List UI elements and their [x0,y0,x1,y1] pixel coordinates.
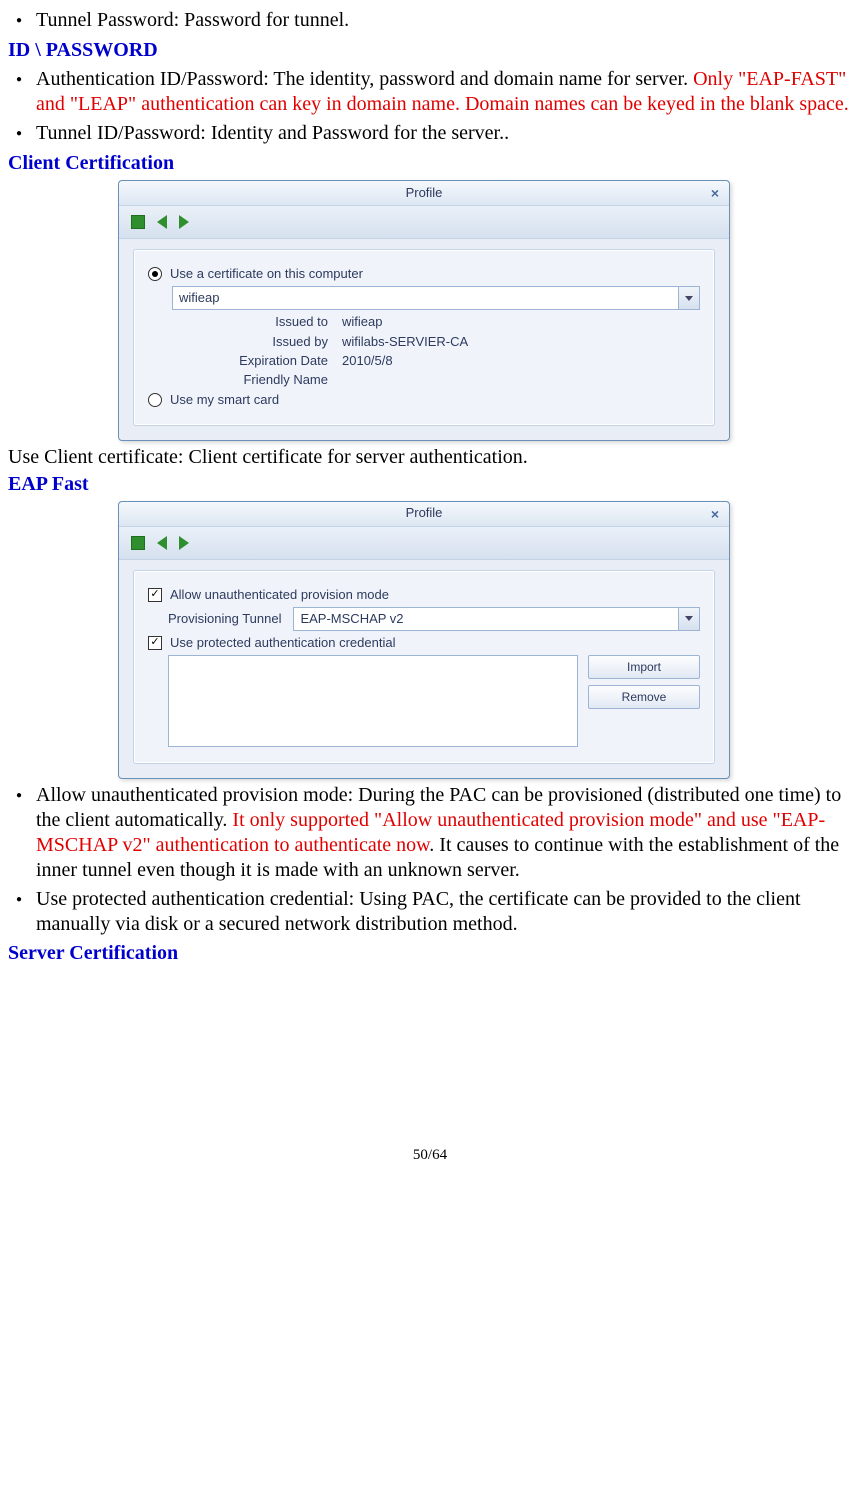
heading-client-cert: Client Certification [8,151,852,176]
list-item-text: Tunnel ID/Password: Identity and Passwor… [36,121,509,147]
button-label: Import [627,660,661,675]
window-toolbar [119,206,729,239]
radio-icon [148,267,162,281]
bullet-icon: ● [16,121,36,147]
label-issued-to: Issued to [198,314,328,330]
paragraph-use-client-cert: Use Client certificate: Client certifica… [8,445,852,470]
list-item-text: Allow unauthenticated provision mode: Du… [36,783,852,883]
list-item-text: Tunnel Password: Password for tunnel. [36,8,349,34]
checkbox-icon [148,588,162,602]
heading-id-password: ID \ PASSWORD [8,38,852,63]
list-item: ● Allow unauthenticated provision mode: … [16,783,852,883]
window-toolbar [119,527,729,560]
heading-server-cert: Server Certification [8,941,852,966]
value-issued-by: wifilabs-SERVIER-CA [342,334,468,350]
chevron-down-icon [678,287,699,309]
provisioning-tunnel-dropdown[interactable]: EAP-MSCHAP v2 [293,607,700,631]
chevron-down-icon [678,608,699,630]
checkbox-allow-unauth[interactable]: Allow unauthenticated provision mode [148,587,700,603]
checkbox-icon [148,636,162,650]
credential-listbox[interactable] [168,655,578,747]
bullet-icon: ● [16,67,36,117]
list-item-text: Authentication ID/Password: The identity… [36,67,852,117]
value-expiration: 2010/5/8 [342,353,393,369]
list-item: ● Use protected authentication credentia… [16,887,852,937]
checkbox-use-protected-cred[interactable]: Use protected authentication credential [148,635,700,651]
stop-icon[interactable] [131,215,145,229]
forward-arrow-icon[interactable] [179,536,189,550]
close-icon[interactable]: × [711,506,719,524]
window-title: Profile [406,505,443,521]
radio-label: Use a certificate on this computer [170,266,363,282]
back-arrow-icon[interactable] [157,536,167,550]
bullet-icon: ● [16,783,36,883]
dropdown-value: wifieap [179,290,219,306]
label-provisioning-tunnel: Provisioning Tunnel [168,611,281,627]
forward-arrow-icon[interactable] [179,215,189,229]
window-title: Profile [406,185,443,201]
heading-eap-fast: EAP Fast [8,472,852,497]
page-number: 50/64 [8,1146,852,1165]
radio-label: Use my smart card [170,392,279,408]
list-item: ● Tunnel Password: Password for tunnel. [16,8,852,34]
stop-icon[interactable] [131,536,145,550]
button-label: Remove [622,690,667,705]
label-expiration: Expiration Date [198,353,328,369]
back-arrow-icon[interactable] [157,215,167,229]
label-issued-by: Issued by [198,334,328,350]
window-titlebar: Profile × [119,181,729,206]
window-titlebar: Profile × [119,502,729,527]
radio-icon [148,393,162,407]
list-item: ● Authentication ID/Password: The identi… [16,67,852,117]
bullet-icon: ● [16,8,36,34]
figure-eap-fast: Profile × Allow unauthenticated provisio… [118,501,852,780]
bullet-icon: ● [16,887,36,937]
value-issued-to: wifieap [342,314,382,330]
list-item-text: Use protected authentication credential:… [36,887,852,937]
import-button[interactable]: Import [588,655,700,679]
label-friendly-name: Friendly Name [198,372,328,388]
figure-client-cert: Profile × Use a certificate on this comp… [118,180,852,441]
cert-dropdown[interactable]: wifieap [172,286,700,310]
list-item: ● Tunnel ID/Password: Identity and Passw… [16,121,852,147]
dropdown-value: EAP-MSCHAP v2 [300,611,403,627]
radio-use-smart-card[interactable]: Use my smart card [148,392,700,408]
radio-use-cert-computer[interactable]: Use a certificate on this computer [148,266,700,282]
checkbox-label: Allow unauthenticated provision mode [170,587,389,603]
remove-button[interactable]: Remove [588,685,700,709]
checkbox-label: Use protected authentication credential [170,635,395,651]
text-run: Authentication ID/Password: The identity… [36,68,693,90]
close-icon[interactable]: × [711,185,719,203]
